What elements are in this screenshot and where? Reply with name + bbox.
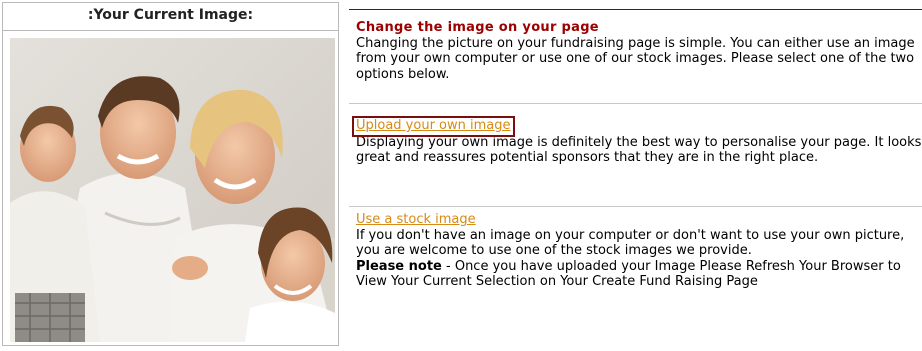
image-settings-page: :Your Current Image: Change the image on… xyxy=(0,0,922,351)
image-options-content: Change the image on your page Changing t… xyxy=(349,0,922,351)
upload-description: Displaying your own image is definitely … xyxy=(356,134,922,166)
intro-text: Changing the picture on your fundraising… xyxy=(356,35,915,82)
top-divider xyxy=(349,9,922,10)
section-divider xyxy=(349,103,922,104)
intro-title: Change the image on your page xyxy=(356,20,599,35)
intro-section: Change the image on your page Changing t… xyxy=(356,20,922,82)
current-image-header: :Your Current Image: xyxy=(3,3,338,31)
stock-section: Use a stock image If you don't have an i… xyxy=(356,212,922,290)
current-image-photo xyxy=(10,38,335,342)
upload-own-image-link[interactable]: Upload your own image xyxy=(352,116,515,137)
section-divider xyxy=(349,206,922,207)
use-stock-image-link[interactable]: Use a stock image xyxy=(356,212,476,227)
note-label: Please note xyxy=(356,258,442,274)
family-photo-illustration xyxy=(10,38,335,342)
current-image-panel: :Your Current Image: xyxy=(2,2,339,346)
upload-section: Upload your own image Displaying your ow… xyxy=(352,116,922,166)
stock-note: Please note - Once you have uploaded you… xyxy=(356,259,922,290)
stock-description: If you don't have an image on your compu… xyxy=(356,227,905,259)
